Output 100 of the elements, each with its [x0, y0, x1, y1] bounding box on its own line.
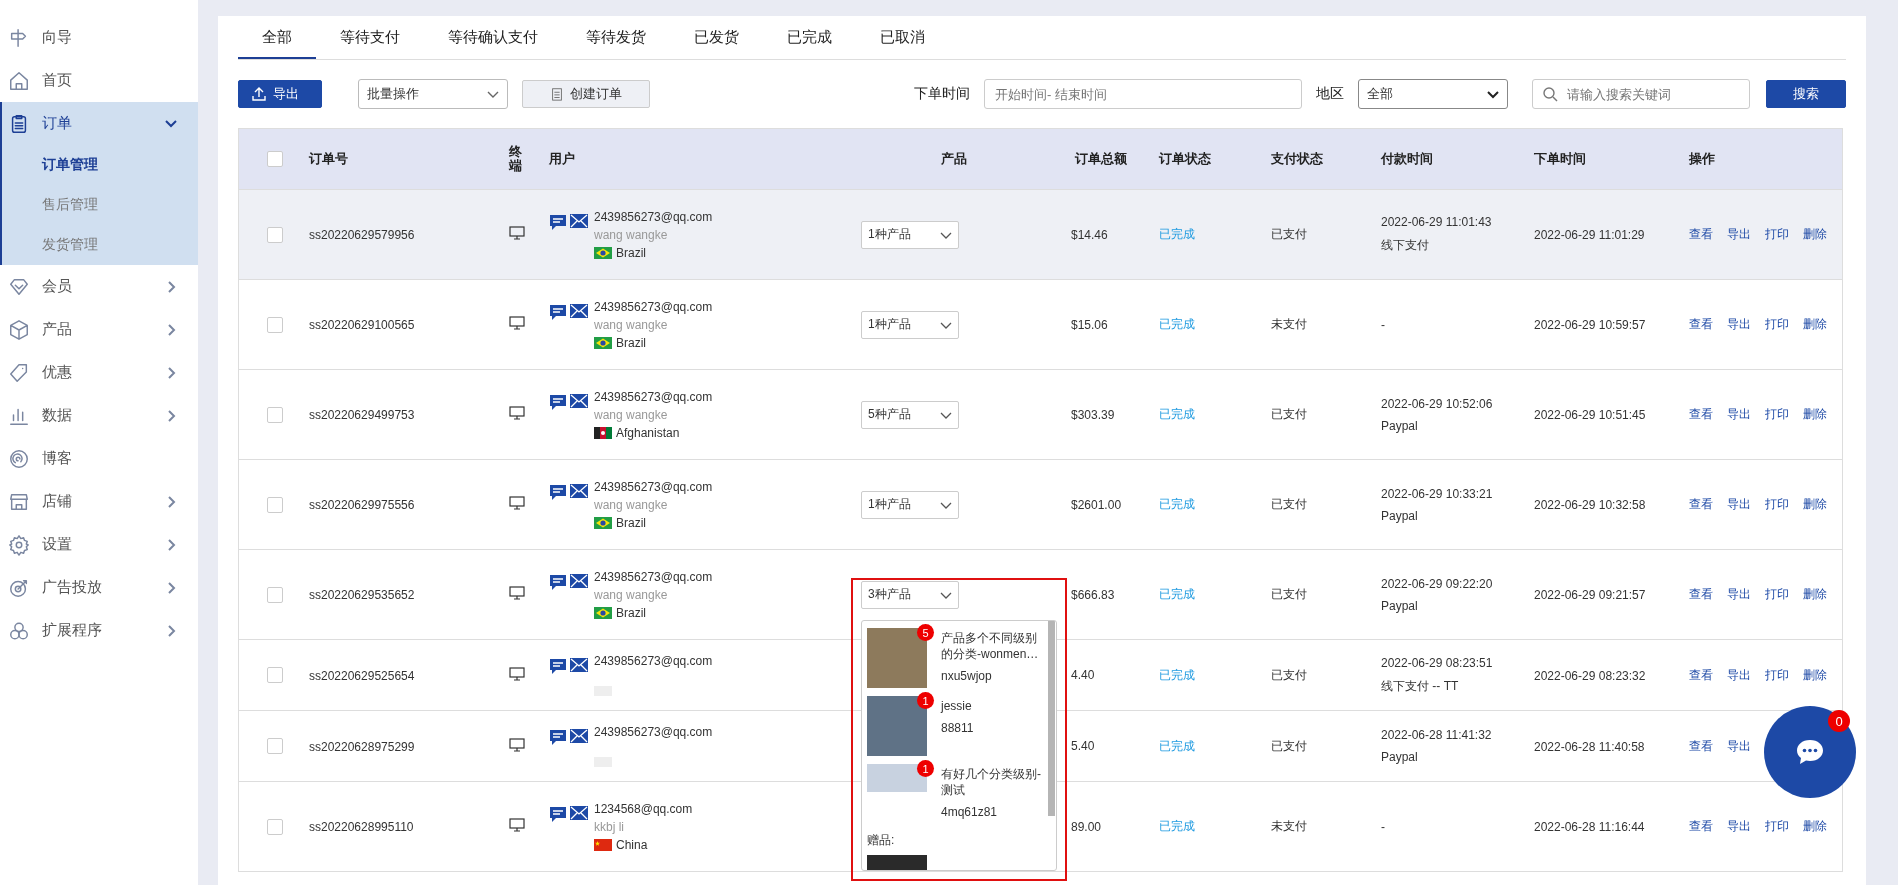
sidebar-label: 扩展程序 [42, 621, 103, 640]
product-sku: nxu5wjop [941, 668, 993, 685]
order-number: ss20220629100565 [309, 318, 415, 332]
sidebar-label: 博客 [42, 449, 73, 468]
payment-method: 线下支付 -- TT [1381, 677, 1460, 695]
count-badge: 5 [917, 624, 934, 641]
country-name: China [616, 837, 648, 852]
payment-time: 2022-06-29 09:22:20 [1381, 576, 1494, 591]
sidebar-label: 首页 [42, 71, 73, 90]
date-label: 下单时间 [914, 85, 970, 103]
order-time: 2022-06-29 10:32:58 [1534, 498, 1646, 512]
sidebar-label: 广告投放 [42, 578, 103, 597]
column-header: 订单总额 [1075, 151, 1127, 166]
column-header: 订单状态 [1159, 151, 1211, 166]
order-number: ss20220628995110 [309, 820, 414, 834]
payment-status: 已支付 [1271, 587, 1307, 601]
payment-method: 线下支付 [1381, 237, 1430, 254]
order-status: 已完成 [1159, 407, 1195, 421]
order-time: 2022-06-29 10:59:57 [1534, 318, 1646, 332]
sidebar-label: 设置 [42, 535, 73, 554]
product-sku: 88811 [941, 720, 975, 737]
column-header: 下单时间 [1534, 151, 1586, 166]
payment-time: 2022-06-29 08:23:51 [1381, 655, 1494, 670]
payment-status: 未支付 [1271, 317, 1307, 331]
sidebar-label: 订单 [42, 114, 73, 133]
order-amount: $15.06 [1071, 317, 1108, 332]
sidebar-label: 会员 [42, 277, 73, 296]
payment-time: 2022-06-29 10:52:06 [1381, 396, 1494, 411]
country-name: Afghanistan [616, 425, 680, 440]
order-number: ss20220629579956 [309, 228, 415, 242]
column-header: 终端 [509, 144, 522, 174]
user-email: 2439856273@qq.com [594, 725, 713, 739]
count-badge: 1 [917, 692, 934, 709]
column-header: 操作 [1689, 151, 1715, 166]
user-email: 2439856273@qq.com [594, 299, 713, 314]
column-header: 付款时间 [1381, 151, 1433, 166]
user-name: wang wangke [594, 227, 669, 242]
order-status: 已完成 [1159, 587, 1195, 601]
notification-badge: 0 [1828, 710, 1850, 732]
payment-status: 已支付 [1271, 667, 1307, 682]
user-name: wang wangke [594, 497, 669, 512]
user-name: kkbj li [594, 819, 625, 834]
order-status: 已完成 [1159, 317, 1195, 331]
order-number: ss20220629975556 [309, 498, 415, 512]
sidebar-label: 数据 [42, 406, 73, 425]
payment-time: 2022-06-29 10:33:21 [1381, 486, 1494, 501]
country-name: Brazil [616, 605, 646, 620]
sidebar-label: 优惠 [42, 363, 73, 382]
sidebar-label: 产品 [42, 320, 73, 339]
order-amount: $2601.00 [1071, 497, 1122, 512]
order-amount: $14.46 [1071, 227, 1108, 242]
product-sku: 4mq61z81 [941, 804, 999, 821]
column-header: 支付状态 [1271, 151, 1323, 166]
order-time: 2022-06-29 11:01:29 [1534, 228, 1645, 242]
payment-method: Paypal [1381, 418, 1419, 433]
payment-status: 已支付 [1271, 227, 1307, 241]
user-email: 2439856273@qq.com [594, 389, 713, 404]
user-name: wang wangke [594, 587, 669, 602]
order-number: ss20220628975299 [309, 739, 415, 754]
column-header: 订单号 [309, 151, 348, 166]
payment-status: 已支付 [1271, 407, 1307, 421]
order-amount: 5.40 [1071, 739, 1095, 753]
sidebar-label: 向导 [42, 28, 73, 47]
order-time: 2022-06-28 11:16:44 [1534, 820, 1645, 834]
payment-method: Paypal [1381, 598, 1419, 613]
user-email: 2439856273@qq.com [594, 479, 713, 494]
payment-status: 已支付 [1271, 738, 1307, 753]
user-email: 2439856273@qq.com [594, 209, 713, 224]
order-number: ss20220629535652 [309, 588, 415, 602]
user-name: wang wangke [594, 317, 669, 332]
sidebar-label: 店铺 [42, 492, 73, 511]
order-number: ss20220629499753 [309, 408, 415, 422]
country-name: Brazil [616, 335, 646, 350]
payment-time: 2022-06-28 11:41:32 [1381, 728, 1493, 742]
order-status: 已完成 [1159, 738, 1195, 753]
user-name: wang wangke [594, 407, 669, 422]
order-amount: 89.00 [1071, 819, 1102, 834]
payment-status: 未支付 [1271, 819, 1307, 833]
order-time: 2022-06-29 10:51:45 [1534, 408, 1646, 422]
payment-time: - [1381, 819, 1386, 834]
payment-method: Paypal [1381, 508, 1419, 523]
order-amount: $303.39 [1071, 407, 1115, 422]
user-email: 1234568@qq.com [594, 801, 693, 816]
order-status: 已完成 [1159, 819, 1195, 833]
region-label: 地区 [1316, 85, 1344, 103]
user-email: 2439856273@qq.com [594, 654, 713, 668]
country-name: Brazil [616, 515, 646, 530]
order-status: 已完成 [1159, 497, 1195, 511]
user-email: 2439856273@qq.com [594, 569, 713, 584]
gift-label: 赠品: [867, 832, 896, 849]
order-status: 已完成 [1159, 667, 1195, 682]
order-amount: $666.83 [1071, 587, 1115, 602]
payment-status: 已支付 [1271, 497, 1307, 511]
payment-time: 2022-06-29 11:01:43 [1381, 215, 1493, 229]
order-amount: 4.40 [1071, 668, 1095, 682]
order-status: 已完成 [1159, 227, 1195, 241]
payment-time: - [1381, 317, 1386, 332]
order-number: ss20220629525654 [309, 668, 415, 683]
order-time: 2022-06-29 08:23:32 [1534, 668, 1646, 683]
order-time: 2022-06-28 11:40:58 [1534, 739, 1645, 754]
